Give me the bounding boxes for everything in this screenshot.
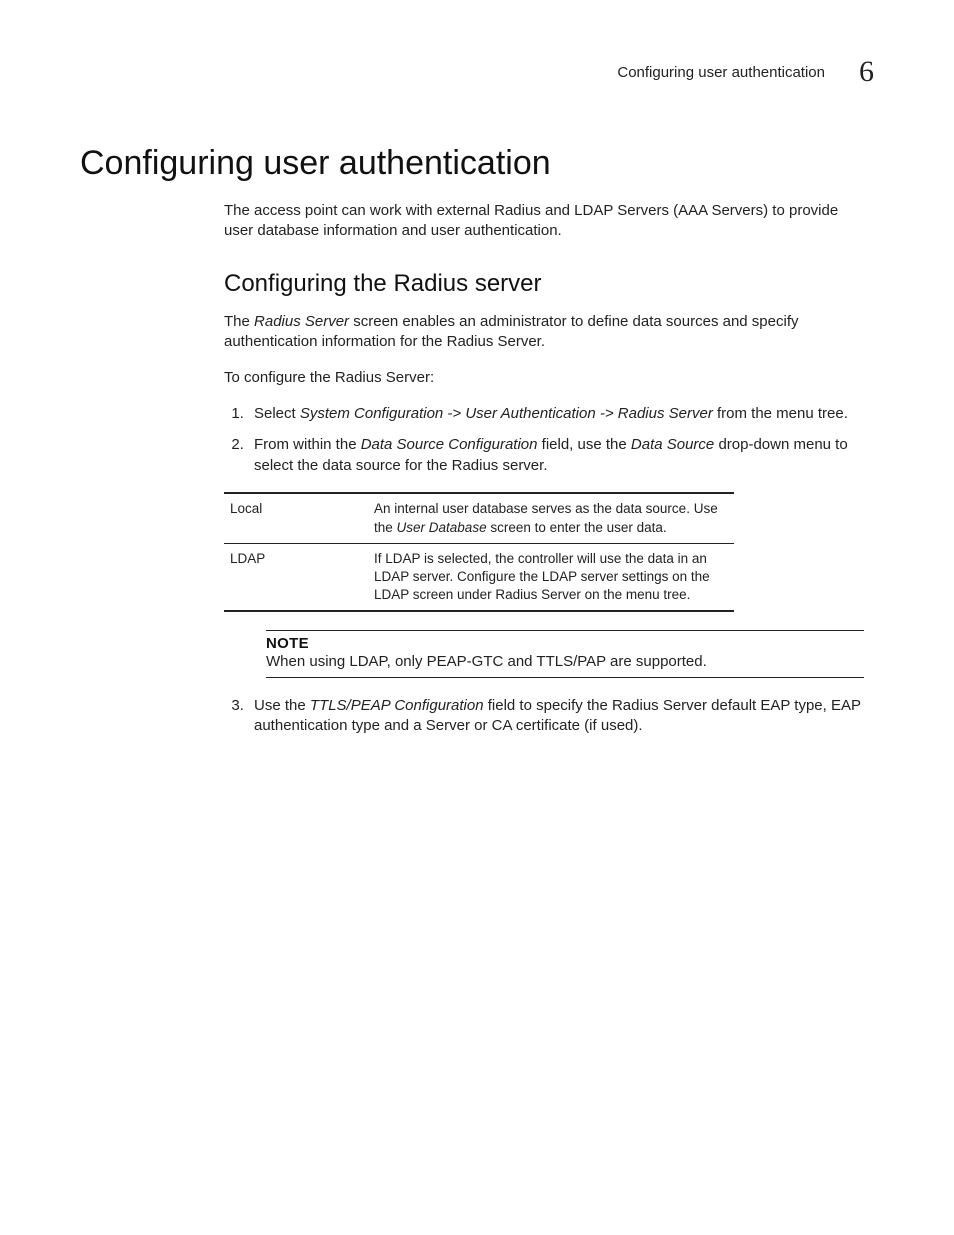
note-text: When using LDAP, only PEAP-GTC and TTLS/… xyxy=(266,652,864,672)
step-1: Select System Configuration -> User Auth… xyxy=(248,404,864,425)
text-italic: Data Source xyxy=(631,436,714,453)
text-fragment: screen to enter the user data. xyxy=(487,520,667,535)
text-italic: Radius Server xyxy=(254,313,349,330)
chapter-number: 6 xyxy=(859,55,874,89)
running-header: Configuring user authentication 6 xyxy=(80,55,874,89)
divider xyxy=(266,630,864,631)
text-italic: User Database xyxy=(397,520,487,535)
text-fragment: Use the xyxy=(254,697,310,714)
subsection-para-1: The Radius Server screen enables an admi… xyxy=(224,312,864,353)
running-title: Configuring user authentication xyxy=(617,64,825,81)
text-italic: System Configuration -> User Authenticat… xyxy=(300,405,713,422)
text-fragment: The xyxy=(224,313,254,330)
text-fragment: from the menu tree. xyxy=(713,405,848,422)
table-row: Local An internal user database serves a… xyxy=(224,493,734,543)
section-intro: The access point can work with external … xyxy=(224,201,864,242)
step-2: From within the Data Source Configuratio… xyxy=(248,435,864,476)
subsection-title: Configuring the Radius server xyxy=(224,270,864,298)
text-fragment: From within the xyxy=(254,436,361,453)
steps-list-continued: Use the TTLS/PEAP Configuration field to… xyxy=(224,696,864,737)
text-fragment: field, use the xyxy=(537,436,630,453)
text-fragment: Select xyxy=(254,405,300,422)
table-cell-key: Local xyxy=(224,493,368,543)
subsection-para-2: To configure the Radius Server: xyxy=(224,368,864,388)
section-title: Configuring user authentication xyxy=(80,144,874,183)
table-cell-value: If LDAP is selected, the controller will… xyxy=(368,543,734,611)
text-italic: Data Source Configuration xyxy=(361,436,538,453)
steps-list: Select System Configuration -> User Auth… xyxy=(224,404,864,476)
text-italic: TTLS/PEAP Configuration xyxy=(310,697,484,714)
note-label: NOTE xyxy=(266,635,864,652)
divider xyxy=(266,677,864,678)
step-3: Use the TTLS/PEAP Configuration field to… xyxy=(248,696,864,737)
table-row: LDAP If LDAP is selected, the controller… xyxy=(224,543,734,611)
table-cell-key: LDAP xyxy=(224,543,368,611)
table-cell-value: An internal user database serves as the … xyxy=(368,493,734,543)
text-fragment: If LDAP is selected, the controller will… xyxy=(374,551,710,602)
data-source-table: Local An internal user database serves a… xyxy=(224,492,734,612)
note-block: NOTE When using LDAP, only PEAP-GTC and … xyxy=(266,630,864,677)
document-page: Configuring user authentication 6 Config… xyxy=(0,0,954,1235)
body-content: The access point can work with external … xyxy=(224,201,864,737)
